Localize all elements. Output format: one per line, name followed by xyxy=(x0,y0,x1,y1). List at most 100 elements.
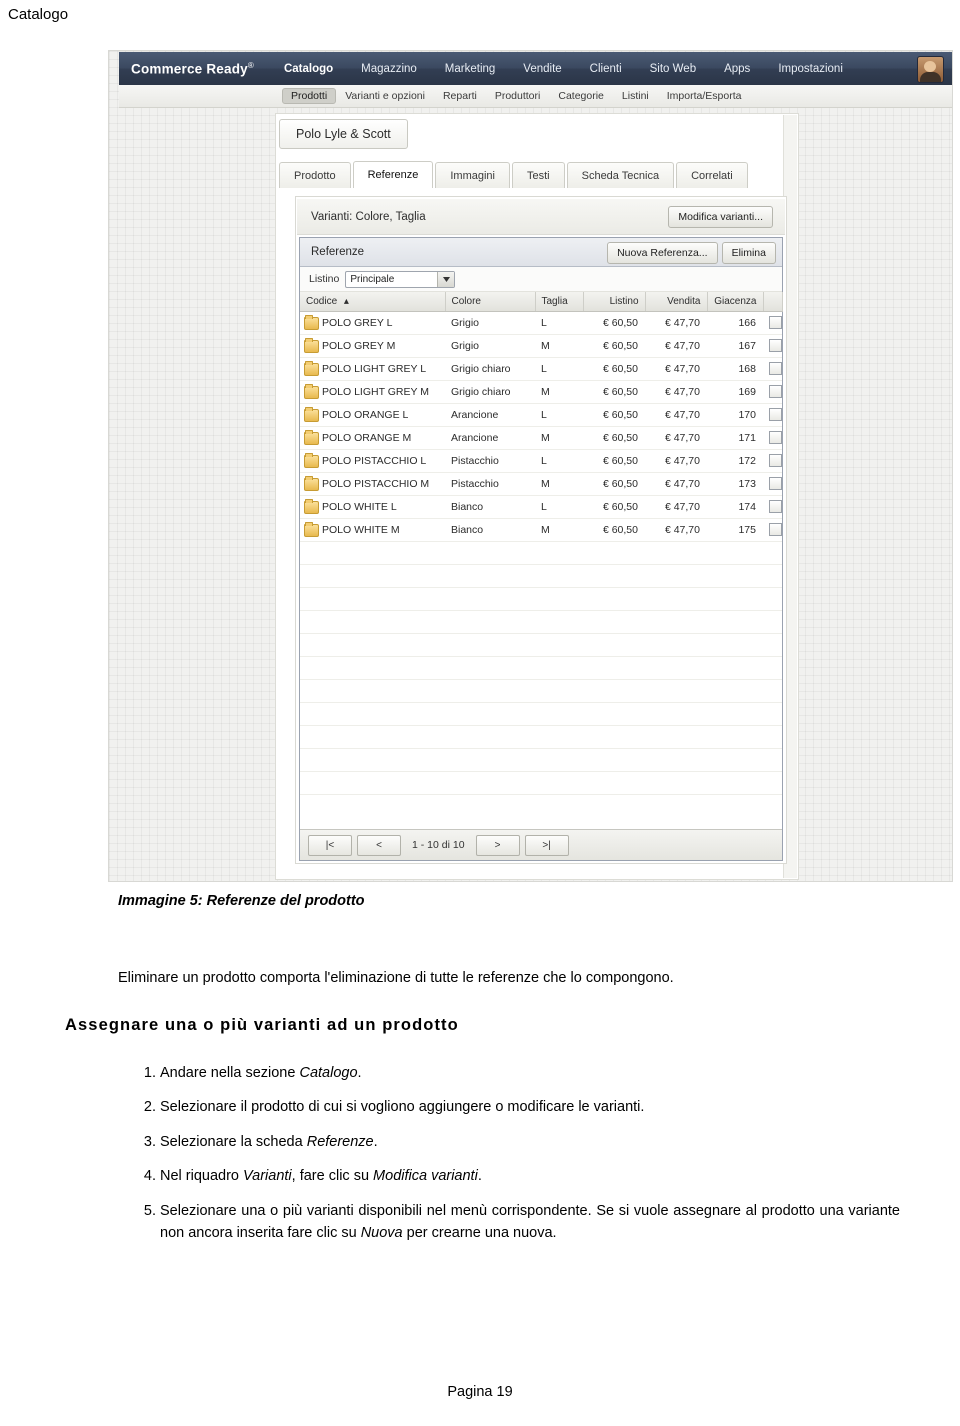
folder-icon xyxy=(304,475,319,491)
row-checkbox[interactable] xyxy=(769,431,782,444)
tab-referenze[interactable]: Referenze xyxy=(352,161,434,188)
subnav-item-listini[interactable]: Listini xyxy=(613,90,658,102)
cell-vendita: € 47,70 xyxy=(664,408,700,421)
table-row[interactable]: POLO WHITE M Bianco M € 60,50 € 47,70 17… xyxy=(300,518,782,541)
subnav-item-produttori[interactable]: Produttori xyxy=(486,90,550,102)
avatar[interactable] xyxy=(917,56,944,83)
cell-vendita: € 47,70 xyxy=(664,477,700,490)
table-row[interactable]: POLO WHITE L Bianco L € 60,50 € 47,70 17… xyxy=(300,495,782,518)
cell-giacenza: 171 xyxy=(738,431,756,444)
delete-reference-button[interactable]: Elimina xyxy=(721,242,776,264)
nav-item-impostazioni[interactable]: Impostazioni xyxy=(764,63,857,75)
cell-colore: Pistacchio xyxy=(451,477,499,490)
listino-select-value: Principale xyxy=(350,273,395,285)
column-header-giacenza[interactable]: Giacenza xyxy=(707,292,764,312)
screenshot-figure: Commerce Ready® Catalogo Magazzino Marke… xyxy=(108,50,953,882)
table-row[interactable]: POLO LIGHT GREY M Grigio chiaro M € 60,5… xyxy=(300,380,782,403)
listino-filter-row: Listino Principale xyxy=(300,267,782,292)
cell-listino: € 60,50 xyxy=(602,454,638,467)
table-empty-row xyxy=(300,541,782,564)
table-empty-row xyxy=(300,771,782,794)
table-row[interactable]: POLO LIGHT GREY L Grigio chiaro L € 60,5… xyxy=(300,357,782,380)
list-item: Selezionare la scheda Referenze. xyxy=(160,1131,900,1153)
references-header-buttons: Nuova Referenza... Elimina xyxy=(607,242,776,264)
column-header-colore[interactable]: Colore xyxy=(445,292,536,312)
step-emphasis: Nuova xyxy=(360,1225,403,1242)
cell-vendita: € 47,70 xyxy=(664,500,700,513)
sort-ascending-icon: ▴ xyxy=(343,295,349,307)
intro-paragraph: Eliminare un prodotto comporta l'elimina… xyxy=(118,970,674,986)
table-empty-row xyxy=(300,794,782,817)
table-row[interactable]: POLO ORANGE M Arancione M € 60,50 € 47,7… xyxy=(300,426,782,449)
cell-vendita: € 47,70 xyxy=(664,523,700,536)
table-row[interactable]: POLO PISTACCHIO M Pistacchio M € 60,50 €… xyxy=(300,472,782,495)
cell-codice: POLO WHITE L xyxy=(322,500,397,513)
nav-item-vendite[interactable]: Vendite xyxy=(509,63,575,75)
listino-select[interactable]: Principale xyxy=(345,270,456,288)
cell-codice: POLO GREY L xyxy=(322,316,393,329)
cell-codice: POLO ORANGE L xyxy=(322,408,409,421)
avatar-body xyxy=(920,72,941,82)
nav-item-clienti[interactable]: Clienti xyxy=(576,63,636,75)
pager-prev-button[interactable]: < xyxy=(357,834,401,856)
cell-codice: POLO ORANGE M xyxy=(322,431,412,444)
nav-item-sito-web[interactable]: Sito Web xyxy=(636,63,710,75)
edit-variants-button[interactable]: Modifica varianti... xyxy=(668,206,773,228)
row-checkbox[interactable] xyxy=(769,408,782,421)
cell-taglia: M xyxy=(541,385,550,398)
cell-listino: € 60,50 xyxy=(602,362,638,375)
subnav-item-categorie[interactable]: Categorie xyxy=(549,90,613,102)
column-header-vendita[interactable]: Vendita xyxy=(645,292,708,312)
subnav-item-importa-esporta[interactable]: Importa/Esporta xyxy=(658,90,751,102)
tab-correlati[interactable]: Correlati xyxy=(676,162,748,188)
table-row[interactable]: POLO GREY L Grigio L € 60,50 € 47,70 166 xyxy=(300,311,782,334)
document-page: Catalogo Commerce Ready® Catalogo Magazz… xyxy=(0,0,960,1426)
column-header-codice[interactable]: Codice ▴ xyxy=(300,292,446,312)
nav-item-apps[interactable]: Apps xyxy=(710,63,764,75)
column-header-select xyxy=(763,292,783,312)
pager-last-button[interactable]: >| xyxy=(524,834,569,856)
table-empty-row xyxy=(300,679,782,702)
row-checkbox[interactable] xyxy=(769,339,782,352)
chevron-down-icon[interactable] xyxy=(437,271,455,287)
tab-immagini[interactable]: Immagini xyxy=(435,162,510,188)
cell-vendita: € 47,70 xyxy=(664,362,700,375)
subnav-item-reparti[interactable]: Reparti xyxy=(434,90,486,102)
row-checkbox[interactable] xyxy=(769,385,782,398)
folder-icon xyxy=(304,498,319,514)
table-row[interactable]: POLO ORANGE L Arancione L € 60,50 € 47,7… xyxy=(300,403,782,426)
folder-icon xyxy=(304,406,319,422)
cell-colore: Bianco xyxy=(451,500,484,513)
cell-giacenza: 173 xyxy=(738,477,756,490)
tab-scheda-tecnica[interactable]: Scheda Tecnica xyxy=(566,162,675,188)
nav-item-catalogo[interactable]: Catalogo xyxy=(270,63,347,75)
table-row[interactable]: POLO GREY M Grigio M € 60,50 € 47,70 167 xyxy=(300,334,782,357)
row-checkbox[interactable] xyxy=(769,316,782,329)
nav-item-marketing[interactable]: Marketing xyxy=(431,63,510,75)
row-checkbox[interactable] xyxy=(769,362,782,375)
subnav-item-prodotti[interactable]: Prodotti xyxy=(282,88,337,104)
nav-item-magazzino[interactable]: Magazzino xyxy=(347,63,431,75)
row-checkbox[interactable] xyxy=(769,454,782,467)
column-header-taglia[interactable]: Taglia xyxy=(535,292,584,312)
table-empty-row xyxy=(300,610,782,633)
references-table: Codice ▴ Colore Taglia Listino Vendita G… xyxy=(300,292,783,817)
cell-taglia: M xyxy=(541,339,550,352)
folder-icon xyxy=(304,314,319,330)
pager-first-button[interactable]: |< xyxy=(308,834,352,856)
pager-next-button[interactable]: > xyxy=(475,834,520,856)
column-header-listino[interactable]: Listino xyxy=(583,292,646,312)
product-title-tab[interactable]: Polo Lyle & Scott xyxy=(279,119,408,149)
cell-listino: € 60,50 xyxy=(602,477,638,490)
table-header-row: Codice ▴ Colore Taglia Listino Vendita G… xyxy=(300,292,783,312)
table-row[interactable]: POLO PISTACCHIO L Pistacchio L € 60,50 €… xyxy=(300,449,782,472)
tab-prodotto[interactable]: Prodotto xyxy=(279,162,351,188)
new-reference-button[interactable]: Nuova Referenza... xyxy=(607,242,718,264)
subnav-item-varianti-e-opzioni[interactable]: Varianti e opzioni xyxy=(336,90,434,102)
cell-colore: Grigio xyxy=(451,339,480,352)
row-checkbox[interactable] xyxy=(769,477,782,490)
tab-testi[interactable]: Testi xyxy=(511,162,565,188)
row-checkbox[interactable] xyxy=(769,523,782,536)
row-checkbox[interactable] xyxy=(769,500,782,513)
cell-taglia: M xyxy=(541,431,550,444)
